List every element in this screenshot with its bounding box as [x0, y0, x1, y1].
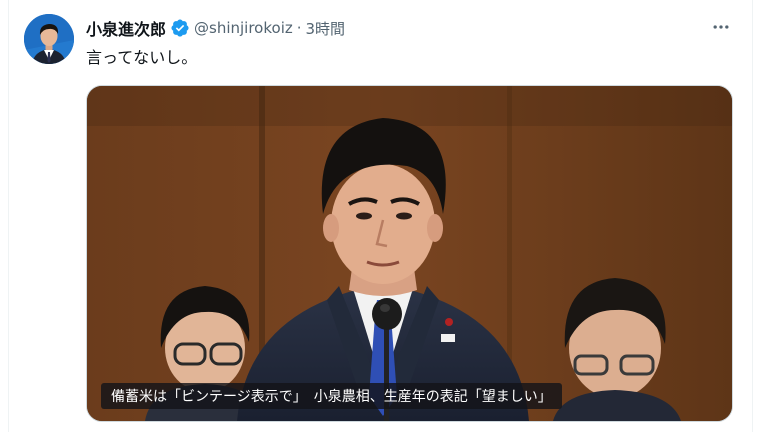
tweet-media[interactable]: 備蓄米は「ビンテージ表示で」 小泉農相、生産年の表記「望ましい」 — [86, 85, 733, 422]
separator-dot: · — [296, 19, 302, 37]
avatar[interactable] — [24, 14, 74, 64]
user-handle[interactable]: @shinjirokoiz — [194, 19, 293, 37]
timeline-border-left — [8, 0, 9, 432]
verified-badge-icon[interactable] — [170, 18, 190, 38]
tweet-text: 言ってないし。 — [86, 48, 198, 67]
media-caption: 備蓄米は「ビンテージ表示で」 小泉農相、生産年の表記「望ましい」 — [101, 383, 562, 409]
display-name[interactable]: 小泉進次郎 — [86, 16, 166, 40]
media-photo — [87, 86, 732, 421]
more-options-button[interactable] — [708, 16, 734, 38]
avatar-image — [24, 14, 74, 64]
timeline-border-right — [752, 0, 753, 432]
tweet: 小泉進次郎 @shinjirokoiz · 3時間 言ってないし。 備蓄米は「ビ… — [0, 0, 761, 432]
post-timestamp[interactable]: 3時間 — [306, 18, 346, 39]
tweet-header: 小泉進次郎 @shinjirokoiz · 3時間 — [86, 16, 345, 40]
more-horizontal-icon — [713, 25, 729, 29]
